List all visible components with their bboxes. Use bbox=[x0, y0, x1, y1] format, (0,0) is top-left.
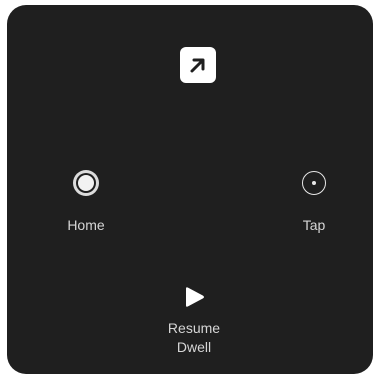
arrow-up-right-icon bbox=[190, 58, 205, 73]
resume-dwell-label: Resume Dwell bbox=[167, 320, 221, 355]
play-icon bbox=[181, 285, 207, 309]
home-label: Home bbox=[67, 217, 105, 233]
resume-dwell-button[interactable]: Resume Dwell bbox=[149, 285, 239, 357]
assistive-touch-menu: Home Tap Resume Dwell bbox=[7, 5, 373, 374]
tap-label: Tap bbox=[302, 217, 326, 233]
home-button[interactable]: Home bbox=[56, 170, 116, 235]
tap-target-icon bbox=[302, 171, 326, 195]
home-button-icon bbox=[73, 170, 99, 196]
tap-button[interactable]: Tap bbox=[289, 170, 339, 235]
arrow-up-right-button[interactable] bbox=[180, 47, 216, 83]
